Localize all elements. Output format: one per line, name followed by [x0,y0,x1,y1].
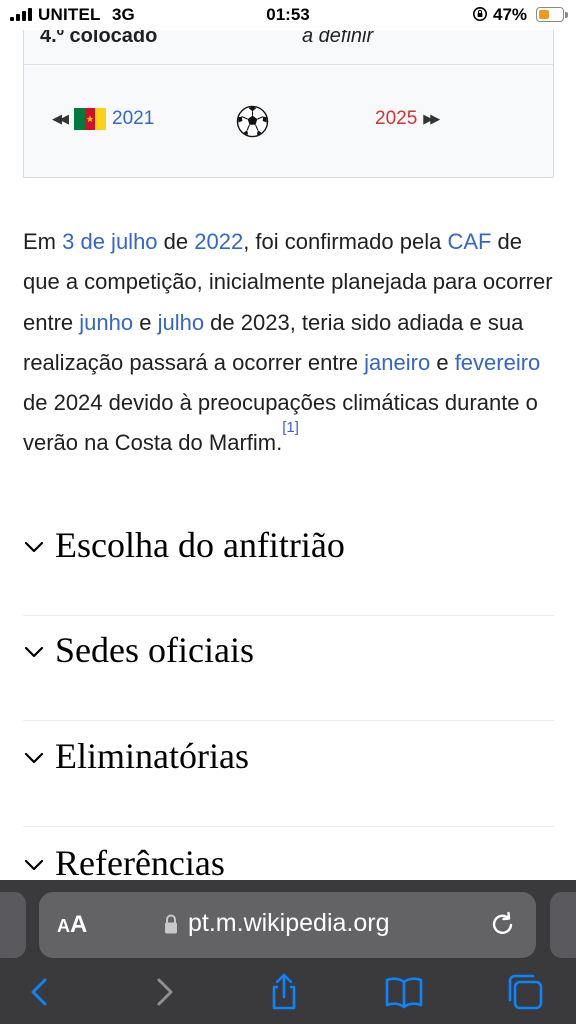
lock-icon [165,914,177,934]
text-run: , foi confirmado pela [243,229,448,254]
previous-edition-link[interactable]: ◀◀ ★ 2021 [52,108,154,130]
text-run: e [430,349,455,375]
next-edition-link[interactable]: 2025 ▶▶ [375,108,440,130]
text-run: e [133,309,158,335]
double-right-arrow-icon: ▶▶ [423,111,440,126]
aa-small-letter: A [57,916,70,936]
link-fevereiro[interactable]: fevereiro [455,350,541,375]
orientation-lock-icon [473,7,487,21]
infobox-divider [24,64,553,65]
text-run: de 2024 devido à preocupações climáticas… [23,390,538,456]
chevron-down-icon [24,752,44,764]
link-caf[interactable]: CAF [447,229,491,254]
text-run: de [157,229,195,254]
text-run: Em [23,229,63,254]
section-title: Eliminatórias [55,736,249,776]
safari-bottom-bar: AA pt.m.wikipedia.org [0,880,576,1024]
chevron-down-icon [24,859,44,871]
infobox: 4.º colocado a definir ◀◀ ★ 2021 2025 ▶▶ [23,10,554,178]
status-bar: UNITEL 3G 01:53 47% [0,0,576,30]
reference-link[interactable]: [1] [282,419,299,436]
chevron-down-icon [24,541,44,553]
link-3-de-julho[interactable]: 3 de julho [62,229,157,254]
soccer-ball-icon [236,105,269,138]
link-junho[interactable]: junho [79,310,133,335]
double-left-arrow-icon: ◀◀ [52,111,69,126]
battery-icon [536,7,564,22]
url-text: pt.m.wikipedia.org [188,909,390,937]
forward-icon[interactable] [144,972,184,1012]
section-sedes-oficiais[interactable]: Sedes oficiais [23,615,554,721]
previous-tab-preview[interactable] [0,892,26,958]
article-paragraph: Em 3 de julho de 2022, foi confirmado pe… [23,222,554,464]
next-tab-preview[interactable] [550,892,576,958]
battery-percent: 47% [493,5,528,24]
back-icon[interactable] [20,972,60,1012]
safari-toolbar [0,964,576,1024]
section-title: Escolha do anfitrião [55,525,345,565]
aa-big-letter: A [70,911,88,938]
next-edition-year: 2025 [375,108,418,129]
section-title: Referências [55,843,225,883]
link-janeiro[interactable]: janeiro [364,350,430,375]
reload-icon[interactable] [489,910,517,938]
section-eliminatorias[interactable]: Eliminatórias [23,721,554,827]
section-title: Sedes oficiais [55,630,254,670]
section-escolha-do-anfitriao[interactable]: Escolha do anfitrião [23,510,554,616]
battery-tip [565,12,568,18]
tabs-icon[interactable] [505,972,545,1012]
address-bar[interactable]: AA pt.m.wikipedia.org [39,892,536,958]
cameroon-flag: ★ [74,108,107,130]
link-2022[interactable]: 2022 [194,229,243,254]
bookmarks-icon[interactable] [384,972,424,1012]
link-julho[interactable]: julho [158,310,204,335]
previous-edition-year: 2021 [112,108,155,129]
clock: 01:53 [266,5,310,24]
page-settings-button[interactable]: AA [57,911,87,939]
chevron-down-icon [24,646,44,658]
share-icon[interactable] [264,972,304,1012]
